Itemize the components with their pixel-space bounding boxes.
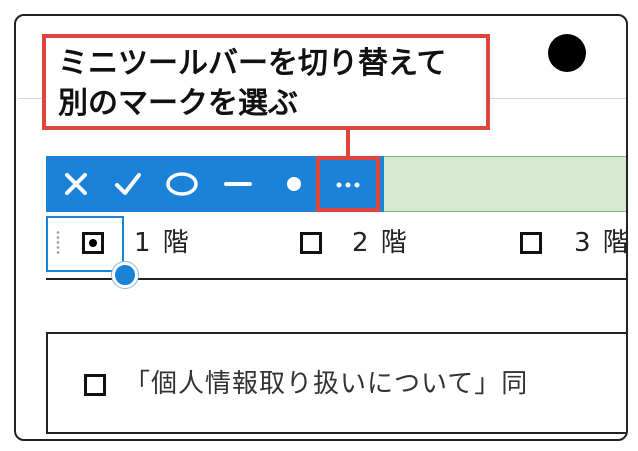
- callout-text: ミニツールバーを切り替えて 別のマークを選ぶ: [58, 46, 447, 121]
- x-mark-icon[interactable]: [56, 156, 96, 212]
- callout-connector: [346, 130, 350, 156]
- floor-checkbox-group: 1 階 2 階 3 階: [46, 214, 628, 288]
- check-mark-icon[interactable]: [108, 156, 148, 212]
- instruction-callout: ミニツールバーを切り替えて 別のマークを選ぶ: [42, 34, 490, 130]
- black-dot-mark: [548, 34, 586, 72]
- privacy-consent-checkbox[interactable]: [84, 374, 106, 396]
- more-options-icon: [335, 175, 361, 194]
- mini-toolbar-background: [384, 156, 626, 212]
- mini-toolbar: [46, 156, 626, 212]
- screenshot-frame: ミニツールバーを切り替えて 別のマークを選ぶ 1 階 2 階 3 階 「個人情報…: [14, 14, 628, 441]
- dot-mark-icon[interactable]: [274, 156, 314, 212]
- dash-mark-icon[interactable]: [218, 156, 258, 212]
- checkbox-floor-2[interactable]: [300, 232, 322, 254]
- checkbox-label-floor-3: 3 階: [574, 228, 628, 258]
- more-options-button[interactable]: [316, 156, 380, 212]
- resize-handle[interactable]: [112, 262, 138, 288]
- filled-dot-icon: [89, 239, 97, 247]
- privacy-consent-box: 「個人情報取り扱いについて」同: [46, 332, 626, 434]
- drag-handle-icon[interactable]: [56, 230, 60, 256]
- circle-mark-icon[interactable]: [160, 156, 204, 212]
- checkbox-label-floor-1: 1 階: [134, 228, 191, 258]
- checkbox-floor-3[interactable]: [520, 232, 542, 254]
- checkbox-floor-1[interactable]: [82, 232, 104, 254]
- checkbox-label-floor-2: 2 階: [352, 228, 409, 258]
- privacy-consent-label: 「個人情報取り扱いについて」同: [124, 369, 529, 399]
